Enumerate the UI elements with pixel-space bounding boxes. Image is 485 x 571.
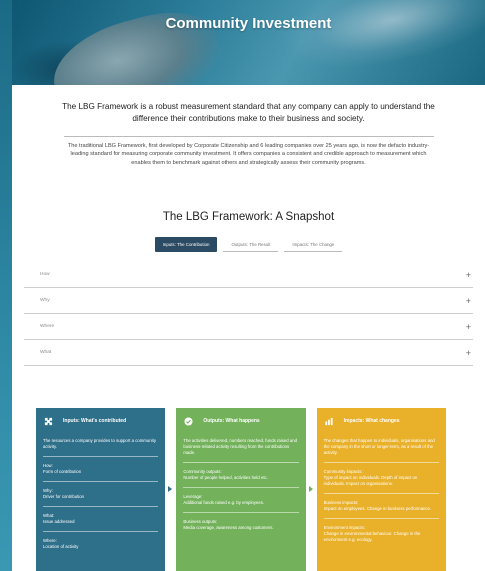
card-item-text: Issue addressed [43, 519, 75, 524]
tab-inputs[interactable]: Inputs: The Contribution [154, 237, 218, 253]
plus-icon[interactable]: + [466, 322, 471, 332]
card-description: The activities delivered, numbers reache… [183, 438, 298, 455]
card-item: Community impacts: Type of impact on ind… [323, 462, 439, 487]
snapshot-accordion: How + Why + Where + What + [24, 262, 473, 367]
card-description: The changes that happen to individuals, … [323, 438, 435, 455]
card-title: Impacts: What changes [343, 418, 400, 424]
accordion-item-what[interactable]: What + [24, 340, 473, 367]
card-header: Impacts: What changes [324, 414, 439, 428]
framework-cards: Inputs: What's contributed The resources… [36, 408, 446, 571]
card-item-text: Impact on employees. Change in business … [323, 506, 432, 511]
accordion-item-why[interactable]: Why + [24, 288, 473, 315]
card-title: Outputs: What happens [203, 418, 260, 424]
page-title: Community Investment [165, 15, 332, 32]
card-item-text: Form of contribution [43, 469, 82, 474]
snapshot-tabs: Inputs: The Contribution Outputs: The Re… [12, 237, 485, 253]
card-item: Community outputs: Number of people help… [183, 462, 299, 481]
card-title: Inputs: What's contributed [63, 418, 127, 424]
plus-icon[interactable]: + [466, 296, 471, 306]
card-header: Inputs: What's contributed [43, 414, 158, 428]
card-item-text: Type of impact on individuals. Depth of … [323, 475, 418, 486]
card-item: What: Issue addressed [43, 506, 159, 525]
card-description: The resources a company provides to supp… [43, 438, 156, 449]
accordion-item-how[interactable]: How + [24, 262, 473, 289]
card-item: Why: Driver for contribution [43, 481, 159, 500]
card-item: Leverage: Additional funds raised e.g. b… [183, 487, 299, 506]
card-item: Business outputs: Media coverage, awaren… [183, 512, 299, 531]
card-outputs: Outputs: What happens The activities del… [176, 408, 313, 571]
accordion-label: Why [40, 298, 50, 304]
chart-icon [324, 416, 334, 426]
intro-body: The traditional LBG Framework, first dev… [67, 143, 430, 166]
check-icon [183, 416, 193, 426]
card-inputs: Inputs: What's contributed The resources… [36, 408, 173, 571]
intro-lead: The LBG Framework is a robust measuremen… [62, 102, 435, 123]
card-header: Outputs: What happens [183, 414, 298, 428]
plus-icon[interactable]: + [466, 270, 471, 280]
accordion-item-where[interactable]: Where + [24, 314, 473, 341]
card-item-text: Additional funds raised e.g. by employee… [183, 500, 265, 505]
intro-divider [63, 136, 434, 137]
tab-outputs[interactable]: Outputs: The Result [223, 237, 279, 253]
hero-banner: Community Investment [12, 0, 485, 85]
arrow-right-icon [308, 486, 313, 492]
left-edge-strip [0, 0, 12, 571]
accordion-label: How [40, 272, 50, 278]
plus-icon[interactable]: + [466, 348, 471, 358]
card-item: Business impacts: Impact on employees. C… [323, 493, 439, 512]
card-item-text: Location of activity [43, 544, 79, 549]
card-impacts: Impacts: What changes The changes that h… [316, 408, 446, 571]
hero-water-image [276, 0, 485, 82]
arrow-right-icon [168, 486, 173, 492]
card-item: How: Form of contribution [43, 456, 159, 475]
card-item-text: Driver for contribution [43, 494, 85, 499]
tab-impacts[interactable]: Impacts: The Change [284, 237, 343, 253]
card-item-text: Change in environmental behaviour. Chang… [323, 531, 421, 542]
accordion-label: Where [40, 324, 55, 330]
card-item-text: Number of people helped, activities held… [183, 475, 268, 480]
accordion-label: What [40, 350, 52, 356]
card-item: Where: Location of activity [43, 531, 159, 550]
snapshot-title: The LBG Framework: A Snapshot [162, 211, 335, 224]
puzzle-icon [43, 416, 53, 426]
card-item: Environment impacts: Change in environme… [323, 518, 439, 543]
card-item-text: Media coverage, awareness among customer… [183, 525, 274, 530]
